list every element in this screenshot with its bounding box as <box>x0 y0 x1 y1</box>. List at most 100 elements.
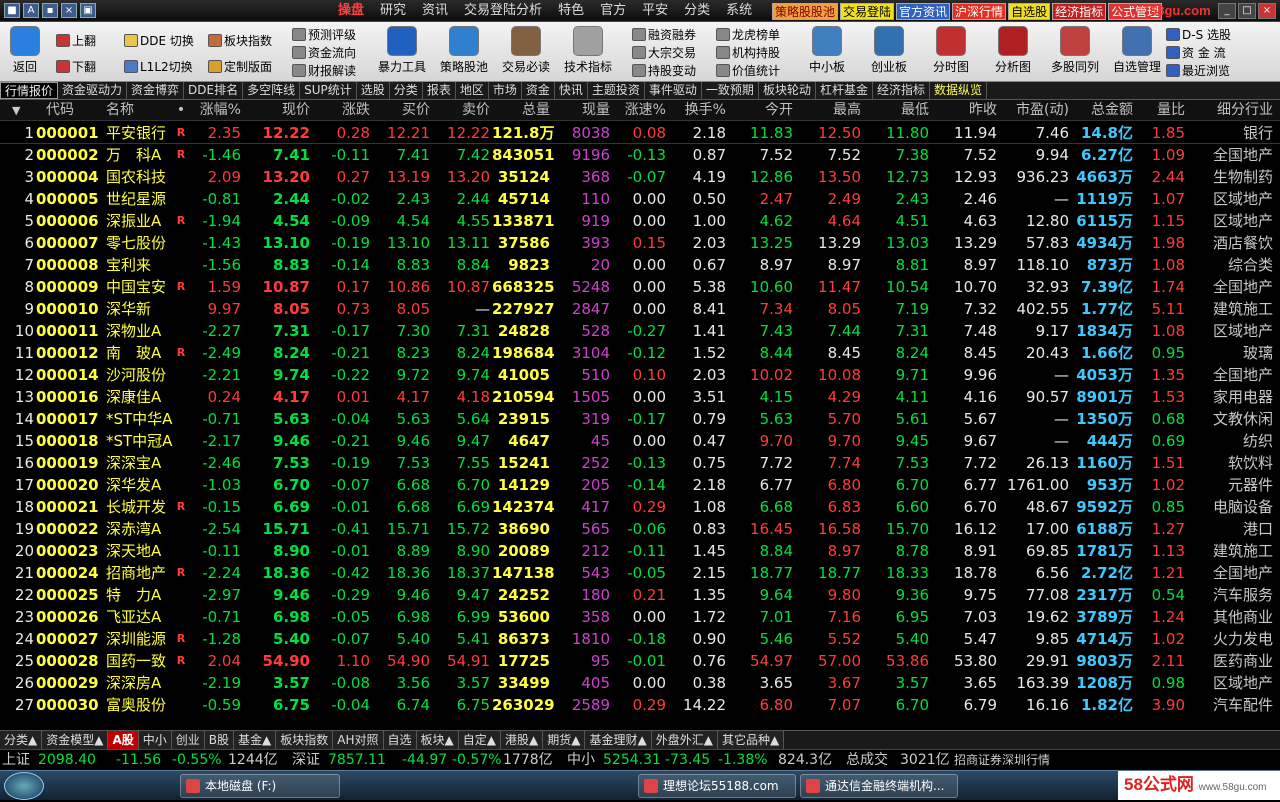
margin-trading-button[interactable]: 融资融券 <box>632 26 696 43</box>
table-row[interactable]: 19 000022 深赤湾A -2.54 15.71 -0.41 15.71 15.72 386… <box>0 518 1280 540</box>
quick-link[interactable]: 经济指标 <box>1052 3 1107 20</box>
sheet-tab[interactable]: 板块▲ <box>416 731 459 749</box>
recent-browse-button[interactable]: 最近浏览 <box>1166 62 1230 79</box>
sheet-tab[interactable]: B股 <box>204 731 235 749</box>
tab-item[interactable]: 地区 <box>456 82 489 99</box>
table-row[interactable]: 25 000028 国药一致 R 2.04 54.90 1.10 54.90 54.91 1772… <box>0 650 1280 672</box>
forecast-rating-button[interactable]: 预测评级 <box>292 26 356 43</box>
table-row[interactable]: 12 000014 沙河股份 -2.21 9.74 -0.22 9.72 9.74 41005 5… <box>0 364 1280 386</box>
quick-link[interactable]: 沪深行情 <box>952 3 1007 20</box>
taskbar-item-forum[interactable]: 理想论坛55188.com <box>638 774 796 798</box>
column-header[interactable]: 现价 <box>244 100 310 121</box>
table-row[interactable]: 23 000026 飞亚达A -0.71 6.98 -0.05 6.98 6.99 53600 3… <box>0 606 1280 628</box>
table-row[interactable]: 8 000009 中国宝安 R 1.59 10.87 0.17 10.86 10.87 66832… <box>0 276 1280 298</box>
sheet-tab[interactable]: 自选 <box>383 731 417 749</box>
table-row[interactable]: 13 000016 深康佳A 0.24 4.17 0.01 4.17 4.18 210594 15… <box>0 386 1280 408</box>
sheet-tab[interactable]: AH对照 <box>333 731 384 749</box>
table-row[interactable]: 2 000002 万 科A R -1.46 7.41 -0.11 7.41 7.42 843051… <box>0 144 1280 166</box>
menu-item[interactable]: 官方 <box>592 0 634 22</box>
column-header[interactable]: 市盈(动) <box>999 100 1069 121</box>
column-header[interactable]: • <box>176 100 186 121</box>
table-row[interactable]: 26 000029 深深房A -2.19 3.57 -0.08 3.56 3.57 33499 4… <box>0 672 1280 694</box>
chinext-button[interactable]: 创业板 <box>857 26 921 75</box>
column-header[interactable]: 昨收 <box>931 100 997 121</box>
system-button[interactable]: ■ <box>4 3 20 18</box>
tab-item[interactable]: 快讯 <box>555 82 588 99</box>
column-header[interactable]: 涨幅% <box>186 100 241 121</box>
tab-item[interactable]: 经济指标 <box>873 82 930 99</box>
table-row[interactable]: 27 000030 富奥股份 -0.59 6.75 -0.04 6.74 6.75 263029… <box>0 694 1280 716</box>
institution-holdings-button[interactable]: 机构持股 <box>716 44 780 61</box>
table-row[interactable]: 14 000017 *ST中华A -0.71 5.63 -0.04 5.63 5.64 2391… <box>0 408 1280 430</box>
start-button[interactable] <box>4 772 44 800</box>
menu-item[interactable]: 操盘 <box>330 0 372 22</box>
menu-item[interactable]: 资讯 <box>414 0 456 22</box>
table-row[interactable]: 22 000025 特 力A -2.97 9.46 -0.29 9.46 9.47 24252 1… <box>0 584 1280 606</box>
column-header[interactable]: 今开 <box>728 100 793 121</box>
sheet-tab[interactable]: 港股▲ <box>501 731 544 749</box>
table-row[interactable]: 9 000010 深华新 9.97 8.05 0.73 8.05 —227927 2847 0.0… <box>0 298 1280 320</box>
table-row[interactable]: 5 000006 深振业A R -1.94 4.54 -0.09 4.54 4.55 133871… <box>0 210 1280 232</box>
l1l2-switch-button[interactable]: L1L2切换 <box>124 58 193 75</box>
column-header[interactable]: 最高 <box>795 100 861 121</box>
menu-item[interactable]: 系统 <box>718 0 760 22</box>
column-header[interactable]: 卖价 <box>432 100 490 121</box>
dde-switch-button[interactable]: DDE 切换 <box>124 32 194 49</box>
sheet-tab[interactable]: 期货▲ <box>543 731 586 749</box>
menu-item[interactable]: 分类 <box>676 0 718 22</box>
system-button[interactable]: ▣ <box>80 3 96 18</box>
tab-item[interactable]: DDE排名 <box>184 82 244 99</box>
sheet-tab[interactable]: 分类▲ <box>0 731 43 749</box>
violent-tools-button[interactable]: 暴力工具 <box>370 26 434 75</box>
custom-page-button[interactable]: 定制版面 <box>208 58 272 75</box>
sheet-tab[interactable]: 外盘外汇▲ <box>651 731 718 749</box>
quick-link[interactable]: 官方资讯 <box>896 3 951 20</box>
column-header[interactable]: 代码 <box>46 100 106 121</box>
column-header[interactable]: 名称 <box>106 100 176 121</box>
column-header[interactable]: 量比 <box>1135 100 1185 121</box>
tab-item[interactable]: 报表 <box>423 82 456 99</box>
column-header[interactable]: 换手% <box>668 100 726 121</box>
ds-select-button[interactable]: D-S 选股 <box>1166 26 1231 43</box>
tab-item[interactable]: 一致预期 <box>702 82 759 99</box>
sector-index-button[interactable]: 板块指数 <box>208 32 272 49</box>
menu-item[interactable]: 交易登陆分析 <box>456 0 550 22</box>
trade-must-read-button[interactable]: 交易必读 <box>494 26 558 75</box>
tab-item[interactable]: 选股 <box>357 82 390 99</box>
taskbar-item-terminal[interactable]: 通达信金融终端机构... <box>800 774 958 798</box>
table-row[interactable]: 7 000008 宝利来 -1.56 8.83 -0.14 8.83 8.84 9823 20 0.… <box>0 254 1280 276</box>
watchlist-mgmt-button[interactable]: 自选管理 <box>1105 26 1169 75</box>
capital-flow-button[interactable]: 资金流向 <box>292 44 356 61</box>
strategy-pool-button[interactable]: 策略股池 <box>432 26 496 75</box>
page-up-button[interactable]: 上翻 <box>56 32 96 49</box>
page-down-button[interactable]: 下翻 <box>56 58 96 75</box>
time-chart-button[interactable]: 分时图 <box>919 26 983 75</box>
table-row[interactable]: 4 000005 世纪星源 -0.81 2.44 -0.02 2.43 2.44 45714 11… <box>0 188 1280 210</box>
back-button[interactable]: 返回 <box>0 26 50 75</box>
table-row[interactable]: 15 000018 *ST中冠A -2.17 9.46 -0.21 9.46 9.47 4647… <box>0 430 1280 452</box>
minimize-button[interactable]: _ <box>1218 3 1236 19</box>
menu-item[interactable]: 特色 <box>550 0 592 22</box>
dragon-tiger-button[interactable]: 龙虎榜单 <box>716 26 780 43</box>
column-header[interactable]: 买价 <box>372 100 430 121</box>
holdings-change-button[interactable]: 持股变动 <box>632 62 696 79</box>
sheet-tab[interactable]: 其它品种▲ <box>717 731 785 749</box>
value-stats-button[interactable]: 价值统计 <box>716 62 780 79</box>
tab-item[interactable]: 市场 <box>489 82 522 99</box>
table-row[interactable]: 16 000019 深深宝A -2.46 7.53 -0.19 7.53 7.55 15241 2… <box>0 452 1280 474</box>
table-row[interactable]: 17 000020 深华发A -1.03 6.70 -0.07 6.68 6.70 14129 2… <box>0 474 1280 496</box>
tab-item[interactable]: 多空阵线 <box>243 82 301 99</box>
column-header[interactable]: 细分行业 <box>1187 100 1273 121</box>
sheet-tab[interactable]: 中小 <box>138 731 172 749</box>
system-button[interactable]: A <box>23 3 39 18</box>
tab-item[interactable]: 资金博弈 <box>127 82 185 99</box>
quick-link[interactable]: 策略股股池 <box>772 3 839 20</box>
sort-button[interactable]: ▼ <box>12 100 20 121</box>
column-header[interactable]: 涨速% <box>612 100 666 121</box>
tab-item[interactable]: SUP统计 <box>300 82 357 99</box>
sheet-tab[interactable]: 自定▲ <box>458 731 501 749</box>
sheet-tab[interactable]: 基金▲ <box>234 731 277 749</box>
tab-item[interactable]: 板块轮动 <box>759 82 816 99</box>
tab-item[interactable]: 杠杆基金 <box>816 82 873 99</box>
tab-item[interactable]: 数据纵览 <box>930 82 987 99</box>
